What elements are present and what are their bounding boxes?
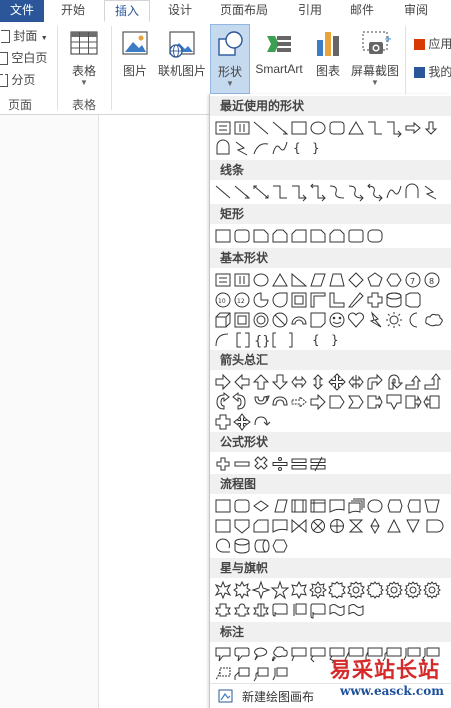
chart-button[interactable]: 图表: [310, 24, 346, 94]
chevron-down-icon: ▼: [371, 78, 379, 87]
shape-row[interactable]: [214, 496, 450, 516]
chart-icon: [312, 28, 344, 60]
group-separator: [57, 26, 58, 110]
watermark: 易采站长站 www.easck.com: [326, 648, 451, 708]
tab-references[interactable]: 引用: [288, 0, 332, 22]
section-rectangles: 矩形: [210, 204, 451, 224]
cover-page-icon: [1, 30, 10, 44]
document-margin: [0, 115, 99, 708]
shape-row[interactable]: [214, 310, 450, 330]
svg-text:{: {: [293, 141, 301, 155]
page-break-icon: [0, 74, 8, 88]
section-basic-shapes: 基本形状: [210, 248, 451, 268]
group-label-pages: 页面: [8, 98, 33, 112]
cover-page-label: 封面: [13, 29, 38, 43]
smartart-label: SmartArt: [255, 62, 303, 76]
shape-row[interactable]: [214, 454, 450, 474]
online-picture-button[interactable]: 联机图片: [156, 24, 208, 94]
shapes-icon: [214, 29, 246, 61]
tab-review[interactable]: 审阅: [394, 0, 438, 22]
svg-text:12: 12: [237, 298, 245, 305]
my-apps-button[interactable]: 我的: [414, 62, 451, 82]
svg-text:10: 10: [218, 298, 226, 305]
shape-row[interactable]: [214, 412, 450, 432]
tab-design[interactable]: 设计: [158, 0, 202, 22]
watermark-brand: 易采站长站: [330, 657, 440, 682]
shape-row[interactable]: [214, 391, 450, 412]
page-break-label: 分页: [11, 73, 36, 87]
tab-file[interactable]: 文件: [0, 0, 44, 22]
picture-button[interactable]: 图片: [116, 24, 154, 94]
table-icon: [68, 28, 100, 60]
chart-label: 图表: [315, 64, 340, 78]
my-apps-icon: [414, 67, 425, 79]
shape-row[interactable]: [214, 118, 450, 138]
blank-page-icon: [0, 52, 8, 66]
group-label-tables: 表格: [72, 98, 97, 112]
blank-page-label: 空白页: [11, 51, 48, 65]
shapes-label: 形状: [217, 65, 242, 79]
online-picture-icon: [166, 28, 198, 60]
svg-text:}: }: [331, 333, 339, 347]
screenshot-icon: +: [359, 28, 392, 60]
shape-row[interactable]: 7 8: [214, 270, 450, 290]
section-lines: 线条: [210, 160, 451, 180]
watermark-url: www.easck.com: [340, 684, 444, 698]
table-label: 表格: [71, 64, 96, 78]
office-store-button[interactable]: 应用: [414, 34, 451, 54]
tab-layout[interactable]: 页面布局: [212, 0, 276, 22]
screenshot-label: 屏幕截图: [350, 64, 399, 78]
section-stars-banners: 星与旗帜: [210, 558, 451, 578]
shape-row[interactable]: [214, 536, 450, 556]
svg-text:8: 8: [429, 277, 434, 286]
store-label: 应用: [428, 37, 451, 51]
chevron-down-icon: ▼: [226, 79, 234, 88]
shape-row[interactable]: [214, 226, 450, 246]
screenshot-button[interactable]: + 屏幕截图 ▼: [348, 24, 402, 94]
picture-icon: [119, 28, 151, 60]
section-flowchart: 流程图: [210, 474, 451, 494]
svg-text:7: 7: [410, 277, 415, 286]
section-recent-shapes: 最近使用的形状: [210, 96, 451, 116]
tab-mailings[interactable]: 邮件: [340, 0, 384, 22]
shape-row[interactable]: {} { }: [214, 330, 450, 350]
shapes-gallery-panel: 最近使用的形状 { } 线条 矩形 基本形状 7 8 10 12 {} {} …: [209, 94, 451, 708]
blank-page-button[interactable]: 空白页: [0, 48, 47, 68]
tab-home[interactable]: 开始: [50, 0, 96, 22]
smartart-icon: [263, 28, 295, 60]
table-button[interactable]: 表格 ▼: [62, 24, 106, 94]
shapes-button[interactable]: 形状 ▼: [210, 24, 250, 94]
section-equation-shapes: 公式形状: [210, 432, 451, 452]
tab-insert[interactable]: 插入: [104, 0, 150, 22]
shape-row[interactable]: [214, 516, 450, 536]
online-picture-label: 联机图片: [157, 64, 206, 78]
ribbon-tab-bar: 文件 开始 插入 设计 页面布局 引用 邮件 审阅: [0, 0, 451, 23]
my-apps-label: 我的: [428, 65, 451, 79]
shape-row[interactable]: [214, 372, 450, 392]
store-icon: [414, 39, 425, 51]
svg-text:{}: {}: [254, 334, 271, 349]
new-canvas-label: 新建绘图画布: [242, 690, 315, 704]
chevron-down-icon: ▼: [80, 78, 88, 87]
page-break-button[interactable]: 分页: [0, 70, 35, 90]
section-callouts: 标注: [210, 622, 451, 642]
shape-row[interactable]: [214, 182, 450, 202]
group-separator: [111, 26, 112, 110]
shape-row[interactable]: [214, 580, 450, 600]
smartart-button[interactable]: SmartArt: [252, 24, 306, 94]
cover-page-button[interactable]: 封面 ▼: [0, 26, 48, 46]
svg-text:{: {: [312, 333, 320, 347]
svg-text:+: +: [384, 34, 391, 45]
picture-label: 图片: [122, 64, 147, 78]
shape-row[interactable]: 10 12: [214, 290, 450, 310]
canvas-icon: [218, 689, 233, 703]
section-block-arrows: 箭头总汇: [210, 350, 451, 370]
shape-row[interactable]: [214, 600, 450, 620]
svg-text:}: }: [312, 141, 320, 155]
chevron-down-icon: ▼: [40, 35, 48, 42]
shape-row[interactable]: { }: [214, 138, 450, 158]
